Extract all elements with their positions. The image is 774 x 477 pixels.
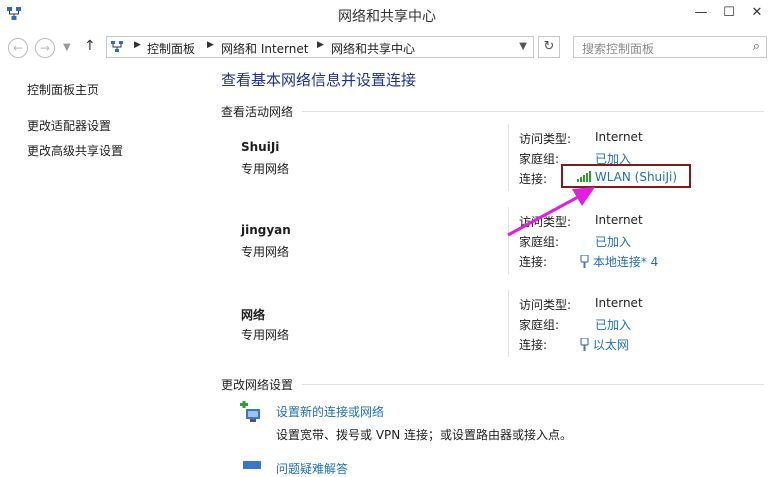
network-name: ShuiJi [241, 140, 280, 154]
address-bar[interactable]: ▶ 控制面板 ▶ 网络和 Internet ▶ 网络和共享中心 ▼ [106, 36, 534, 58]
sidebar-item-control-panel-home[interactable]: 控制面板主页 [27, 81, 99, 98]
title-bar: 网络和共享中心 — ☐ ✕ [0, 0, 774, 30]
connection-label: 连接: [519, 255, 548, 269]
annotation-arrow-icon [507, 187, 595, 237]
ethernet-icon [580, 254, 589, 268]
breadcrumb-control-panel[interactable]: 控制面板 [147, 40, 195, 57]
network-type[interactable]: 专用网络 [241, 243, 289, 260]
up-arrow-icon[interactable]: ↑ [84, 38, 96, 54]
divider [508, 290, 509, 357]
window-title: 网络和共享中心 [338, 9, 436, 25]
breadcrumb-separator-icon: ▶ [317, 40, 324, 50]
control-panel-icon [111, 41, 123, 52]
homegroup-link[interactable]: 已加入 [595, 316, 631, 333]
access-type-value: Internet [595, 296, 643, 310]
network-name: jingyan [241, 223, 291, 237]
connection-link-ethernet[interactable]: 以太网 [580, 336, 629, 353]
navigation-bar: ← → ▼ ↑ ▶ 控制面板 ▶ 网络和 Internet ▶ 网络和共享中心 … [0, 32, 774, 60]
ethernet-icon [580, 337, 589, 351]
troubleshoot-link[interactable]: 问题疑难解答 [276, 460, 348, 477]
sidebar-item-change-advanced-sharing[interactable]: 更改高级共享设置 [27, 142, 123, 159]
breadcrumb-network-sharing-center[interactable]: 网络和共享中心 [331, 40, 415, 57]
search-icon[interactable]: ⌕ [753, 39, 760, 54]
access-type-label: 访问类型: [519, 132, 572, 146]
network-name: 网络 [241, 308, 266, 322]
close-button[interactable]: ✕ [746, 4, 768, 22]
divider [302, 111, 764, 112]
back-button[interactable]: ← [8, 38, 28, 58]
access-type-label: 访问类型: [519, 298, 572, 312]
network-type[interactable]: 专用网络 [241, 160, 289, 177]
new-connection-icon [240, 401, 260, 422]
breadcrumb-network-internet[interactable]: 网络和 Internet [221, 40, 308, 57]
setup-new-connection-desc: 设置宽带、拨号或 VPN 连接；或设置路由器或接入点。 [276, 428, 573, 442]
search-input[interactable]: 搜索控制面板 ⌕ [573, 36, 767, 58]
connection-name[interactable]: 以太网 [593, 338, 629, 352]
active-networks-heading: 查看活动网络 [221, 105, 294, 119]
search-placeholder: 搜索控制面板 [582, 42, 655, 56]
page-title: 查看基本网络信息并设置连接 [221, 71, 417, 89]
forward-button[interactable]: → [35, 38, 55, 58]
sidebar-item-change-adapter-settings[interactable]: 更改适配器设置 [27, 117, 111, 134]
minimize-button[interactable]: — [690, 4, 712, 22]
address-dropdown-chevron-down-icon[interactable]: ▼ [519, 41, 527, 52]
homegroup-label: 家庭组: [519, 318, 560, 332]
connection-link-local[interactable]: 本地连接* 4 [580, 253, 658, 270]
network-type[interactable]: 专用网络 [241, 326, 289, 343]
connection-label: 连接: [519, 338, 548, 352]
breadcrumb-separator-icon: ▶ [134, 40, 141, 50]
connection-name[interactable]: 本地连接* 4 [593, 255, 658, 269]
homegroup-label: 家庭组: [519, 152, 560, 166]
setup-new-connection-link[interactable]: 设置新的连接或网络 [276, 403, 384, 420]
maximize-button[interactable]: ☐ [718, 4, 740, 22]
access-type-value: Internet [595, 130, 643, 144]
breadcrumb-separator-icon: ▶ [207, 40, 214, 50]
refresh-button[interactable]: ↻ [538, 36, 560, 58]
divider [302, 384, 764, 385]
change-settings-heading: 更改网络设置 [221, 378, 294, 392]
recent-pages-chevron-down-icon[interactable]: ▼ [63, 42, 71, 53]
